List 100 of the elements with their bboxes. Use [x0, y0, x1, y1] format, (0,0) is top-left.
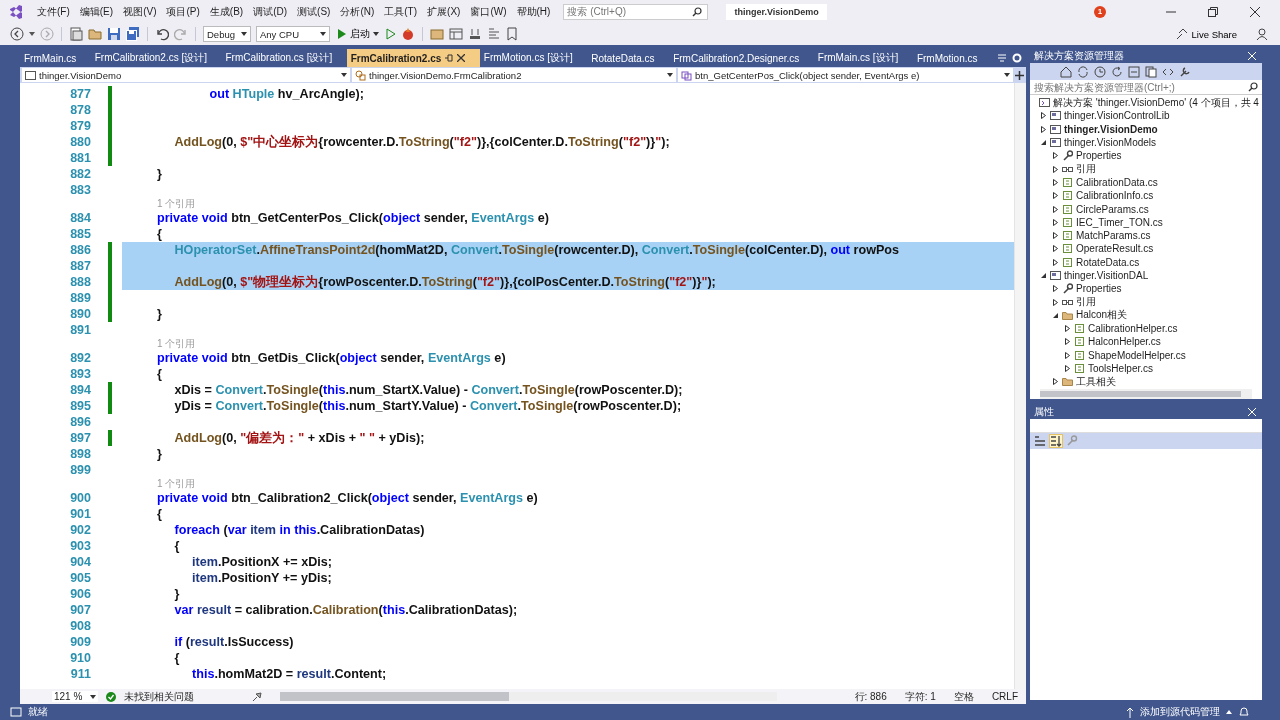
settings-icon[interactable]: [1012, 53, 1022, 63]
sync-icon[interactable]: [1077, 65, 1089, 78]
tree-item[interactable]: CalibrationInfo.cs: [1046, 189, 1262, 203]
home-icon[interactable]: [1060, 65, 1072, 78]
expand-arrow-icon[interactable]: [1064, 325, 1071, 333]
caret-icon[interactable]: [29, 32, 35, 36]
close-icon[interactable]: [1250, 6, 1260, 17]
document-tab[interactable]: RotateData.cs: [587, 49, 670, 67]
document-tab[interactable]: FrmMotion.cs [设计]: [479, 49, 588, 67]
tree-item[interactable]: ToolsHelper.cs: [1058, 361, 1262, 376]
expand-arrow-icon[interactable]: [1052, 285, 1059, 293]
start-button[interactable]: 启动: [335, 27, 381, 41]
column-indicator[interactable]: 字符: 1: [904, 689, 936, 704]
live-share-button[interactable]: Live Share: [1169, 27, 1243, 41]
menu-item[interactable]: 扩展(X): [422, 2, 466, 21]
tree-item[interactable]: MatchParams.cs: [1046, 228, 1262, 243]
horizontal-scrollbar[interactable]: [1040, 389, 1252, 399]
member-dropdown[interactable]: btn_GetCenterPos_Click(object sender, EventArgs e): [678, 68, 1013, 82]
tree-item[interactable]: thinger.VisionModels: [1034, 135, 1262, 150]
vs-logo-icon[interactable]: [8, 3, 24, 20]
expand-arrow-icon[interactable]: [1052, 298, 1059, 306]
expand-arrow-icon[interactable]: [1052, 178, 1059, 186]
project-dropdown[interactable]: thinger.VisionDemo: [22, 68, 350, 82]
menu-item[interactable]: 编辑(E): [74, 2, 119, 21]
source-control-button[interactable]: 添加到源代码管理: [1140, 705, 1220, 719]
add-icon[interactable]: [1015, 70, 1024, 80]
tree-item[interactable]: thinger.VisionDemo: [1034, 122, 1262, 136]
notification-badge[interactable]: 1: [1094, 5, 1106, 18]
categorized-icon[interactable]: [1034, 435, 1046, 447]
document-tab[interactable]: FrmMain.cs [设计]: [813, 49, 913, 67]
collapse-arrow-icon[interactable]: [1040, 139, 1047, 147]
tree-item[interactable]: Halcon相关: [1046, 308, 1262, 323]
expand-arrow-icon[interactable]: [1064, 351, 1071, 359]
close-icon[interactable]: [457, 54, 466, 62]
search-field[interactable]: 搜索 (Ctrl+Q): [567, 6, 693, 17]
horizontal-scrollbar[interactable]: [280, 692, 777, 701]
bell-icon[interactable]: [1238, 706, 1250, 718]
document-tab[interactable]: FrmCalibration2.cs [设计]: [90, 49, 222, 67]
document-tab[interactable]: FrmMain.cs: [20, 49, 91, 67]
tree-item[interactable]: OperateResult.cs: [1046, 242, 1262, 256]
tab-list-icon[interactable]: [997, 53, 1007, 63]
collapse-arrow-icon[interactable]: [1052, 311, 1059, 319]
document-tab[interactable]: FrmCalibration2.Designer.cs: [669, 49, 814, 67]
class-dropdown[interactable]: thinger.VisionDemo.FrmCalibration2: [352, 68, 676, 82]
zoom-dropdown[interactable]: 121 %: [52, 691, 99, 702]
save-icon[interactable]: [107, 27, 121, 41]
expand-arrow-icon[interactable]: [1052, 218, 1059, 226]
platform-dropdown[interactable]: Any CPU: [256, 26, 330, 42]
output-icon[interactable]: [10, 706, 22, 718]
caret-icon[interactable]: [1226, 710, 1232, 714]
expand-arrow-icon[interactable]: [1052, 232, 1059, 240]
search-box[interactable]: 搜索 (Ctrl+Q): [563, 3, 709, 20]
line-indicator[interactable]: 行: 886: [854, 689, 887, 704]
scrollbar-thumb[interactable]: [280, 692, 509, 701]
tree-item[interactable]: 引用: [1046, 295, 1262, 309]
document-tab[interactable]: FrmMotion.cs: [912, 49, 992, 67]
menu-item[interactable]: 文件(F): [32, 2, 75, 21]
tree-item[interactable]: RotateData.cs: [1046, 255, 1262, 269]
tree-item[interactable]: CalibrationHelper.cs: [1058, 322, 1262, 336]
alphabetical-icon[interactable]: [1050, 435, 1062, 447]
tree-item[interactable]: 引用: [1046, 162, 1262, 176]
refresh-icon[interactable]: [1111, 65, 1123, 78]
collapse-all-icon[interactable]: [1128, 65, 1140, 78]
feedback-icon[interactable]: [1256, 27, 1270, 41]
tree-item[interactable]: thinger.VisionControlLib: [1034, 109, 1262, 123]
save-all-icon[interactable]: [126, 27, 140, 41]
menu-item[interactable]: 分析(N): [335, 2, 380, 21]
expand-arrow-icon[interactable]: [1052, 378, 1059, 386]
start-without-debugging-icon[interactable]: [386, 28, 396, 40]
open-folder-icon[interactable]: [88, 27, 102, 41]
new-item-icon[interactable]: [69, 27, 83, 41]
tree-item[interactable]: IEC_Timer_TON.cs: [1046, 215, 1262, 229]
tree-item[interactable]: CircleParams.cs: [1046, 202, 1262, 216]
expand-arrow-icon[interactable]: [1052, 205, 1059, 213]
expand-arrow-icon[interactable]: [1052, 152, 1059, 160]
menu-item[interactable]: 窗口(W): [465, 2, 512, 21]
expand-arrow-icon[interactable]: [1040, 125, 1047, 133]
scrollbar-thumb[interactable]: [1040, 391, 1242, 397]
history-icon[interactable]: [1094, 65, 1106, 78]
tree-item[interactable]: HalconHelper.cs: [1058, 335, 1262, 349]
collapse-arrow-icon[interactable]: [1040, 272, 1047, 279]
menu-item[interactable]: 调试(D): [248, 2, 293, 21]
menu-item[interactable]: 视图(V): [118, 2, 162, 21]
expand-arrow-icon[interactable]: [1040, 112, 1047, 120]
menu-item[interactable]: 帮助(H): [511, 2, 556, 21]
bookmark-icon[interactable]: [506, 27, 518, 41]
whitespace-indicator[interactable]: 空格: [953, 689, 974, 704]
pin-icon[interactable]: [445, 54, 454, 62]
show-all-files-icon[interactable]: [1145, 65, 1157, 78]
menu-item[interactable]: 测试(S): [292, 2, 336, 21]
menu-item[interactable]: 生成(B): [204, 2, 249, 21]
document-tab[interactable]: FrmCalibration.cs [设计]: [221, 49, 347, 67]
tree-item[interactable]: 解决方案 'thinger.VisionDemo' (4 个项目，共 4: [1030, 96, 1262, 110]
menu-item[interactable]: 项目(P): [161, 2, 205, 21]
folder-view-icon[interactable]: [430, 27, 444, 41]
tree-item[interactable]: ShapeModelHelper.cs: [1058, 348, 1262, 362]
expand-arrow-icon[interactable]: [1052, 192, 1059, 200]
tree-item[interactable]: Properties: [1046, 149, 1262, 163]
back-icon[interactable]: [10, 27, 24, 41]
restore-icon[interactable]: [1208, 6, 1218, 17]
